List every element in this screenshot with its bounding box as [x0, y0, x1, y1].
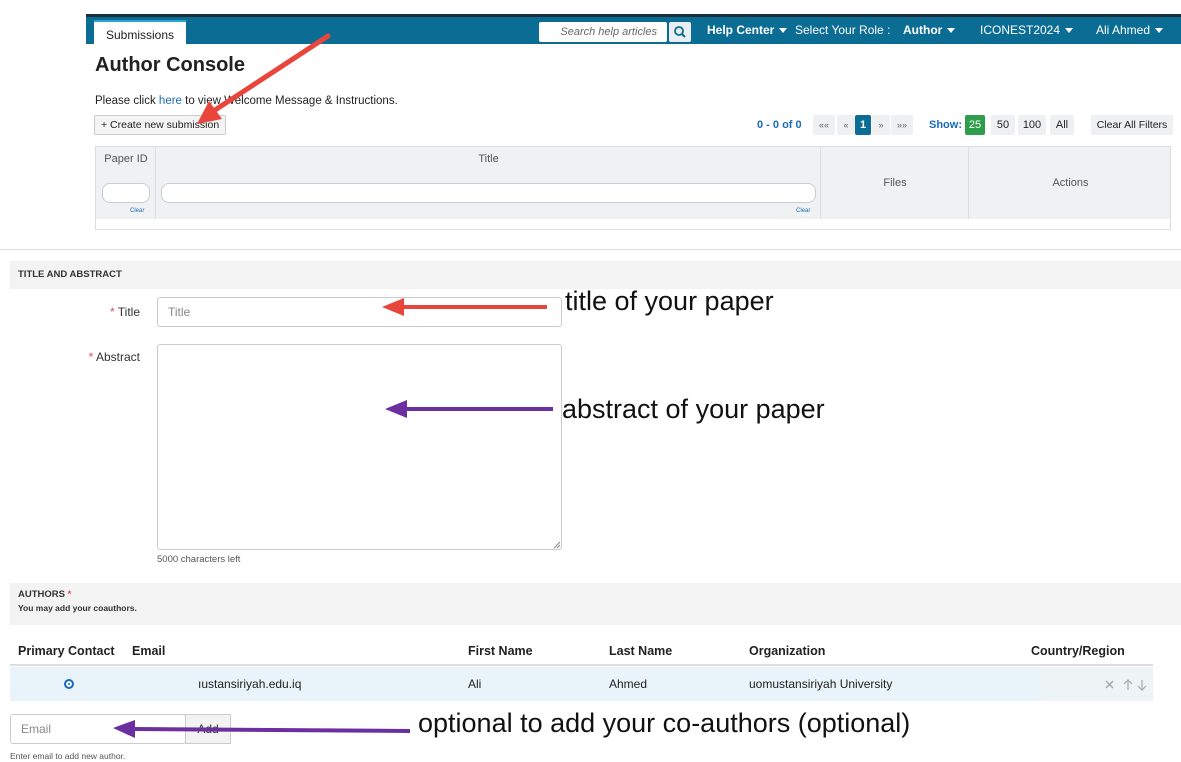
paper-id-filter-input[interactable]	[102, 183, 150, 203]
header-files: Files	[883, 177, 907, 189]
clear-title-link[interactable]: Clear	[796, 208, 810, 214]
col-paper-id: Paper ID Clear	[96, 147, 156, 219]
col-files: Files	[821, 147, 969, 219]
header-first-name: First Name	[468, 644, 533, 658]
header-primary-contact: Primary Contact	[18, 644, 115, 658]
intro-suffix: to view Welcome Message & Instructions.	[181, 95, 398, 107]
author-organization: uomustansiriyah University	[749, 677, 893, 691]
clear-all-filters-button[interactable]: Clear All Filters	[1091, 115, 1173, 135]
chevron-down-icon	[947, 28, 956, 34]
page-1-button[interactable]: 1	[855, 115, 871, 135]
welcome-link[interactable]: here	[159, 95, 182, 107]
page-title: Author Console	[95, 54, 245, 76]
role-label: Select Your Role :	[795, 23, 891, 37]
header-country-region: Country/Region	[1031, 644, 1125, 658]
role-menu[interactable]: Author	[903, 17, 956, 44]
chevron-down-icon	[1065, 28, 1074, 34]
author-last-name: Ahmed	[609, 677, 648, 691]
section-authors: AUTHORS * You may add your coauthors.	[10, 583, 1181, 625]
email-help-text: Enter email to add new author.	[10, 751, 126, 761]
authors-subtext: You may add your coauthors.	[18, 603, 137, 613]
top-nav-bar: Submissions Search help articles Help Ce…	[86, 14, 1181, 47]
move-up-icon[interactable]	[1123, 679, 1133, 690]
clear-paper-id-link[interactable]: Clear	[130, 208, 144, 214]
create-submission-button[interactable]: + Create new submission	[94, 115, 227, 135]
title-filter-input[interactable]	[161, 183, 816, 203]
user-name: Ali Ahmed	[1096, 23, 1151, 37]
header-paper-id: Paper ID	[104, 153, 148, 165]
help-center-label: Help Center	[707, 23, 775, 37]
row-actions	[1105, 679, 1147, 691]
help-search-input[interactable]: Search help articles	[539, 22, 667, 42]
table-row: ıustansiriyah.edu.iq Ali Ahmed uomustans…	[10, 667, 1153, 701]
characters-left: 5000 characters left	[157, 554, 241, 565]
user-menu[interactable]: Ali Ahmed	[1096, 17, 1164, 44]
coauthor-email-input[interactable]: Email	[10, 714, 186, 744]
first-page-button[interactable]: ««	[813, 115, 835, 135]
submissions-table: Paper ID Clear Title Clear Files Actions	[95, 146, 1171, 230]
header-title: Title	[478, 153, 499, 165]
authors-heading: AUTHORS *	[18, 589, 1181, 600]
result-count: 0 - 0 of 0	[757, 119, 802, 131]
title-label-text: Title	[117, 305, 140, 319]
abstract-label-text: Abstract	[95, 350, 140, 364]
required-marker: *	[88, 350, 96, 364]
remove-icon[interactable]	[1105, 680, 1114, 689]
header-organization: Organization	[749, 644, 826, 658]
title-input[interactable]: Title	[157, 297, 562, 327]
required-marker: *	[109, 305, 118, 319]
header-actions: Actions	[1052, 177, 1089, 189]
help-center-menu[interactable]: Help Center	[707, 17, 788, 44]
chevron-down-icon	[779, 28, 788, 34]
move-down-icon[interactable]	[1137, 680, 1147, 691]
show-label: Show:	[929, 119, 962, 131]
col-title: Title Clear	[156, 147, 821, 219]
role-value: Author	[903, 23, 943, 37]
table-body	[96, 219, 1170, 229]
show-50-option[interactable]: 50	[991, 115, 1015, 135]
col-actions: Actions	[969, 147, 1172, 219]
primary-contact-radio[interactable]	[64, 679, 74, 689]
conference-menu[interactable]: ICONEST2024	[980, 17, 1074, 44]
prev-page-button[interactable]: «	[837, 115, 855, 135]
welcome-instructions: Please click here to view Welcome Messag…	[95, 95, 398, 107]
show-25-option[interactable]: 25	[965, 115, 985, 135]
header-email: Email	[132, 644, 166, 658]
tab-submissions[interactable]: Submissions	[94, 20, 187, 47]
annotation-coauthor: optional to add your co-authors (optiona…	[418, 708, 911, 738]
authors-label: AUTHORS	[18, 589, 65, 600]
intro-prefix: Please click	[95, 95, 159, 107]
conference-label: ICONEST2024	[980, 23, 1061, 37]
abstract-textarea[interactable]	[157, 344, 562, 550]
add-author-button[interactable]: Add	[185, 714, 231, 744]
annotation-abstract: abstract of your paper	[562, 394, 825, 424]
authors-table-header: Primary Contact Email First Name Last Na…	[10, 640, 1153, 666]
title-field-label: * Title	[60, 305, 140, 319]
next-page-button[interactable]: »	[872, 115, 890, 135]
required-marker: *	[64, 589, 72, 600]
author-email: ıustansiriyah.edu.iq	[198, 677, 302, 691]
show-100-option[interactable]: 100	[1018, 115, 1046, 135]
abstract-field-label: * Abstract	[60, 350, 140, 364]
red-arrow-create	[197, 33, 331, 124]
header-last-name: Last Name	[609, 644, 673, 658]
section-title-abstract: TITLE AND ABSTRACT	[10, 261, 1181, 289]
chevron-down-icon	[1155, 28, 1164, 34]
resize-handle-icon[interactable]	[553, 541, 561, 549]
annotation-title: title of your paper	[565, 286, 774, 316]
last-page-button[interactable]: »»	[891, 115, 913, 135]
author-first-name: Ali	[468, 677, 482, 691]
search-icon[interactable]	[669, 22, 691, 42]
divider	[0, 249, 1181, 250]
show-all-option[interactable]: All	[1050, 115, 1074, 135]
